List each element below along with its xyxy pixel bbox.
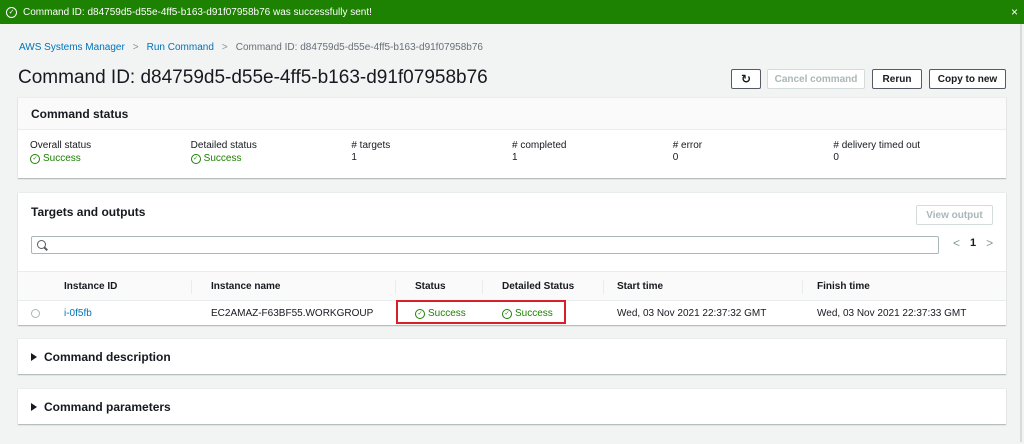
delivery-timed-out-label: # delivery timed out [833,140,921,151]
table-header: Instance ID Instance name Status Detaile… [18,271,1006,301]
radio-button[interactable] [31,309,40,318]
overall-status-value: ✓ Success [30,153,81,165]
instance-name: EC2AMAZ-F63BF55.WORKGROUP [211,308,374,319]
completed-count-value: 1 [512,152,518,163]
caret-right-icon [31,352,37,361]
completed-count-label: # completed [512,140,567,151]
pagination: < 1 > [948,236,998,250]
error-count-label: # error [672,140,703,151]
chevron-right-icon: > [221,42,228,53]
error-count: # error 0 [673,140,834,165]
detailed-status-text: Success [203,153,242,164]
status-grid: Overall status ✓ Success Detailed status… [18,130,1006,165]
search-input[interactable] [31,236,939,254]
delivery-timed-out-count: # delivery timed out 0 [833,140,994,165]
cancel-command-button[interactable]: Cancel command [767,69,865,89]
chevron-right-icon[interactable]: > [986,236,993,250]
targets-count-label: # targets [351,140,391,151]
breadcrumb: AWS Systems Manager > Run Command > Comm… [19,42,483,53]
command-status-heading: Command status [18,98,1006,130]
breadcrumb-current: Command ID: d84759d5-d55e-4ff5-b163-d91f… [235,42,483,53]
command-description-heading: Command description [44,349,171,364]
overall-status-text: Success [43,153,81,164]
command-description-section[interactable]: Command description [18,338,1006,374]
col-detailed-status[interactable]: Detailed Status [502,272,574,300]
column-divider [603,280,604,294]
row-finish-time: Wed, 03 Nov 2021 22:37:33 GMT [817,308,967,319]
detailed-status-label: Detailed status [190,140,257,151]
row-start-time: Wed, 03 Nov 2021 22:37:32 GMT [617,308,767,319]
highlight-box [396,300,566,324]
page-title: Command ID: d84759d5-d55e-4ff5-b163-d91f… [18,67,488,88]
refresh-button[interactable]: ↻ [731,69,761,89]
col-instance-id[interactable]: Instance ID [64,272,117,300]
search-icon [37,240,46,249]
command-parameters-heading: Command parameters [44,399,171,414]
delivery-timed-out-value: 0 [833,152,839,163]
refresh-icon: ↻ [740,72,752,86]
success-banner: ✓ Command ID: d84759d5-d55e-4ff5-b163-d9… [0,0,1024,24]
banner-message: Command ID: d84759d5-d55e-4ff5-b163-d91f… [23,6,372,18]
col-status[interactable]: Status [415,272,446,300]
caret-right-icon [31,402,37,411]
success-check-icon: ✓ [190,154,201,164]
targets-count-value: 1 [351,152,357,163]
chevron-right-icon: > [132,42,139,53]
targets-count: # targets 1 [351,140,512,165]
column-divider [482,280,483,294]
error-count-value: 0 [672,152,679,163]
chevron-left-icon[interactable]: < [953,236,960,250]
completed-count: # completed 1 [512,140,673,165]
overall-status-label: Overall status [30,140,92,151]
detailed-status-value: ✓ Success [190,153,242,165]
instance-id-link[interactable]: i-0f5fb [64,301,92,326]
command-status-panel: Command status Overall status ✓ Success … [18,97,1006,178]
page-number[interactable]: 1 [970,237,976,249]
detailed-status: Detailed status ✓ Success [190,140,352,165]
success-check-icon: ✓ [30,154,40,164]
view-output-button[interactable]: View output [916,205,993,225]
close-icon[interactable]: × [1011,5,1018,19]
command-parameters-section[interactable]: Command parameters [18,388,1006,424]
overall-status: Overall status ✓ Success [30,140,191,165]
targets-heading: Targets and outputs [31,205,146,219]
column-divider [802,280,803,294]
breadcrumb-systems-manager[interactable]: AWS Systems Manager [19,42,125,53]
column-divider [191,280,192,294]
row-select[interactable] [31,301,40,326]
copy-to-new-button[interactable]: Copy to new [929,69,1006,89]
col-instance-name[interactable]: Instance name [211,272,280,300]
col-start-time[interactable]: Start time [617,272,663,300]
success-check-icon: ✓ [6,6,17,18]
breadcrumb-run-command[interactable]: Run Command [147,42,214,53]
column-divider [395,280,396,294]
rerun-button[interactable]: Rerun [872,69,922,89]
col-finish-time[interactable]: Finish time [817,272,870,300]
